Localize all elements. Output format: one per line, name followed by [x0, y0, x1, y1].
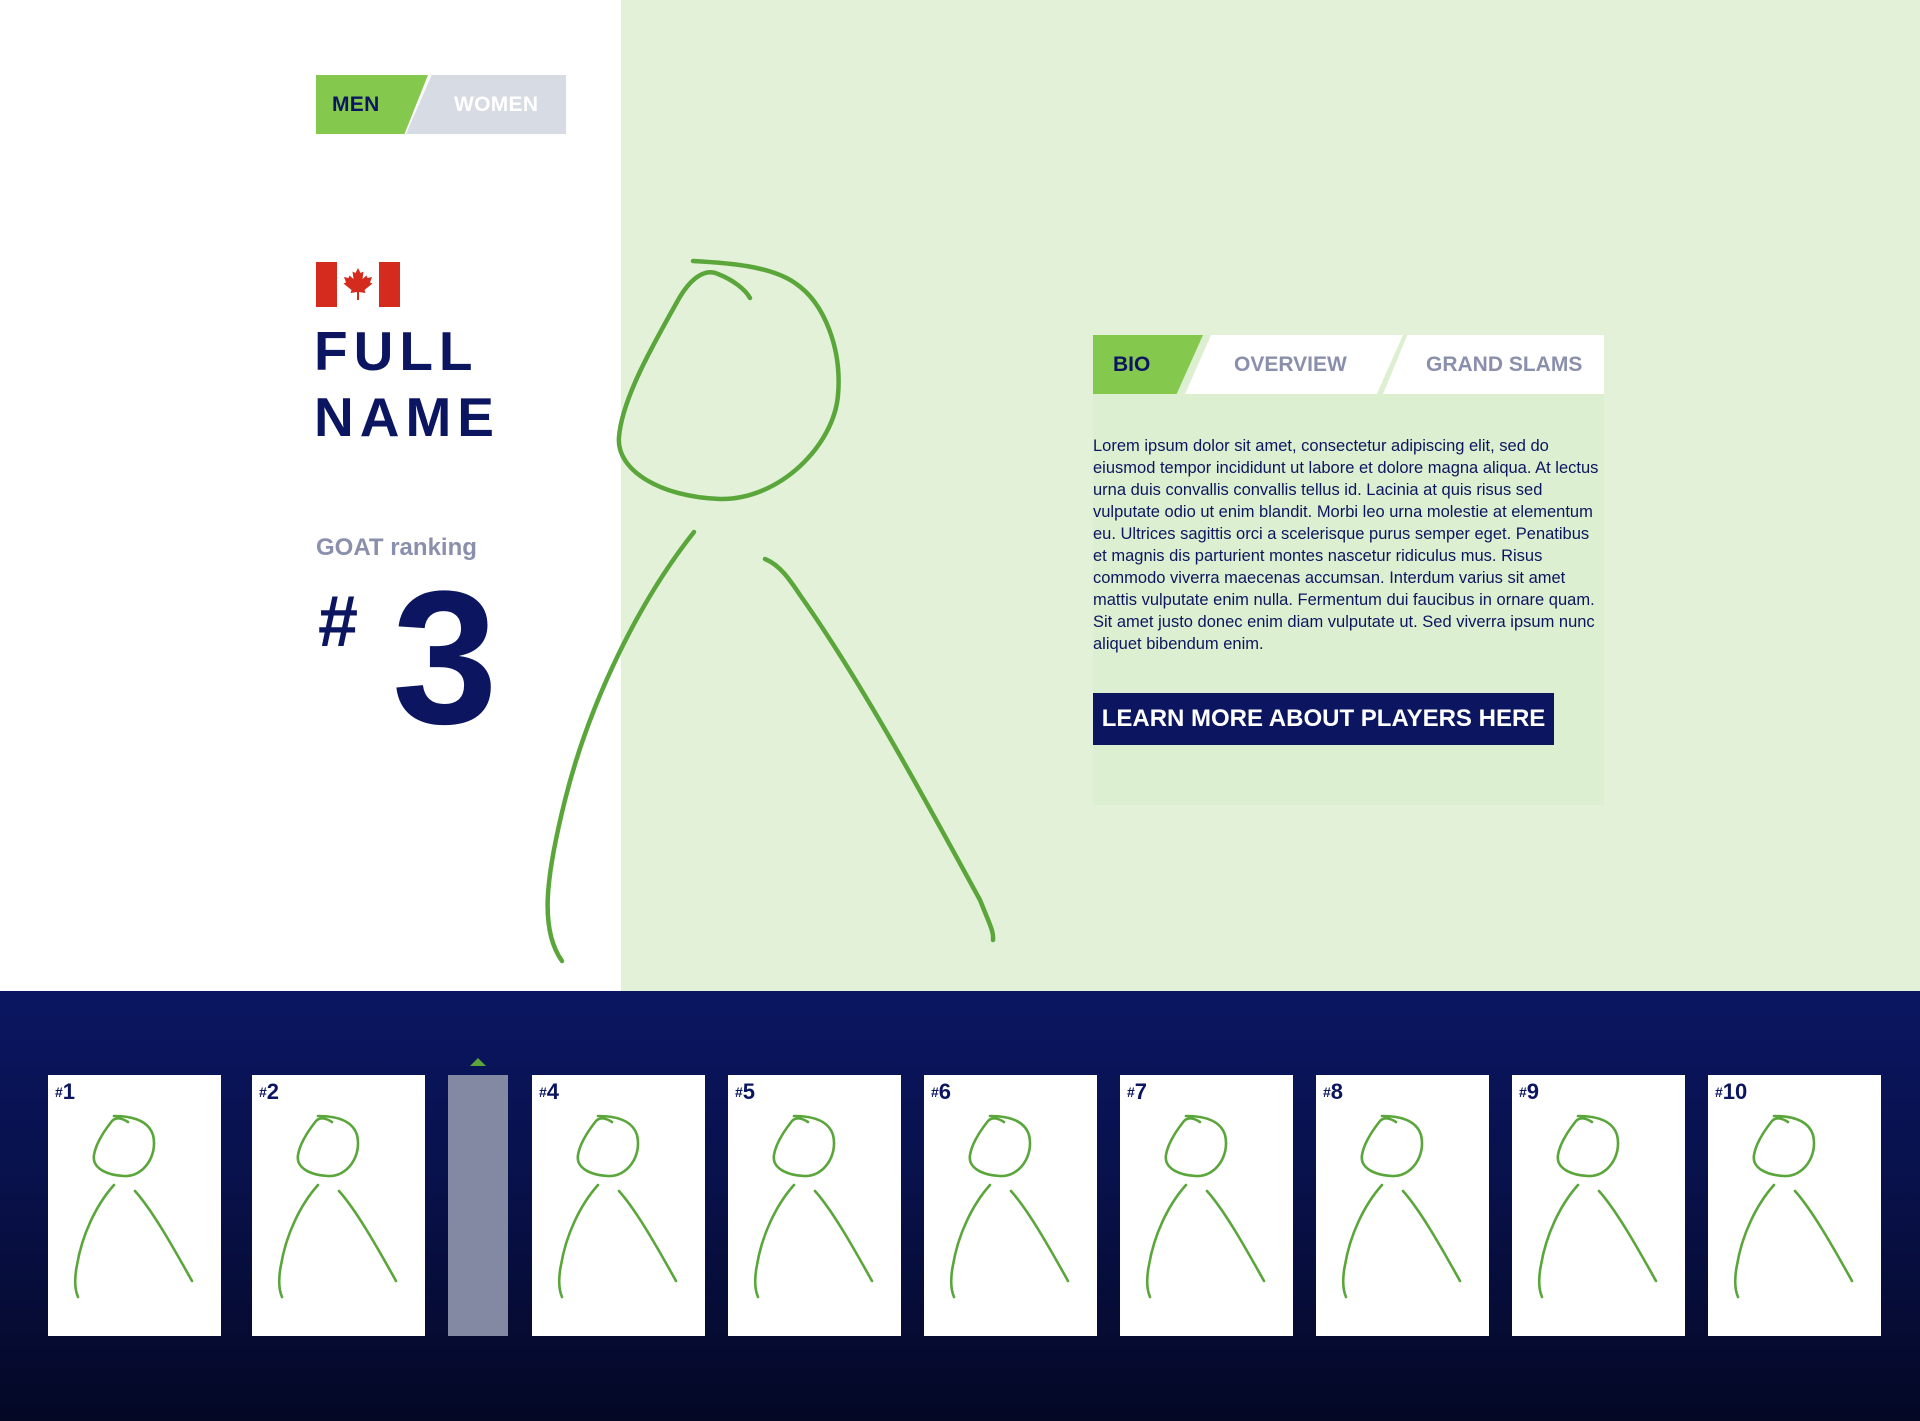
thumb-rank-number: 10 [1722, 1079, 1748, 1104]
thumb-rank-number: 8 [1330, 1079, 1344, 1104]
player-thumb-sketch-icon [949, 1114, 1070, 1299]
carousel-thumb[interactable]: #7 [1120, 1075, 1293, 1336]
carousel-thumb[interactable]: #8 [1316, 1075, 1489, 1336]
carousel-thumb[interactable]: #4 [532, 1075, 705, 1336]
thumb-rank-number: 2 [266, 1079, 280, 1104]
carousel-thumb[interactable]: #1 [48, 1075, 221, 1336]
player-thumb-sketch-icon [1145, 1114, 1266, 1299]
bio-card: BIO OVERVIEW GRAND SLAMS Lorem ipsum dol… [1093, 335, 1604, 805]
thumb-rank-hash: # [1323, 1084, 1331, 1100]
carousel-thumb[interactable]: #6 [924, 1075, 1097, 1336]
player-thumb-sketch-icon [73, 1114, 194, 1299]
carousel-thumb[interactable]: #2 [252, 1075, 425, 1336]
thumb-rank: #7 [1127, 1078, 1147, 1109]
thumb-rank-number: 6 [938, 1079, 952, 1104]
thumb-rank-number: 4 [546, 1079, 560, 1104]
thumb-rank-number: 1 [62, 1079, 76, 1104]
thumb-rank-hash: # [931, 1084, 939, 1100]
thumb-rank: #9 [1519, 1078, 1539, 1109]
thumb-rank-hash: # [55, 1084, 63, 1100]
thumb-rank-hash: # [1127, 1084, 1135, 1100]
thumb-rank: #6 [931, 1078, 951, 1109]
tab-grand-slams[interactable]: GRAND SLAMS [1426, 335, 1582, 394]
thumb-rank-number: 9 [1526, 1079, 1540, 1104]
thumb-rank: #8 [1323, 1078, 1343, 1109]
thumb-rank-number: 7 [1134, 1079, 1148, 1104]
carousel-thumb-selected[interactable] [448, 1075, 508, 1336]
player-thumb-sketch-icon [1733, 1114, 1854, 1299]
thumb-rank-hash: # [539, 1084, 547, 1100]
thumb-rank: #5 [735, 1078, 755, 1109]
bio-tabs: BIO OVERVIEW GRAND SLAMS [1093, 335, 1604, 394]
player-thumb-sketch-icon [753, 1114, 874, 1299]
player-profile-page: MEN WOMEN FULL NAME GOAT ranking # 3 BIO… [0, 0, 1920, 1421]
learn-more-button[interactable]: LEARN MORE ABOUT PLAYERS HERE [1093, 693, 1554, 745]
thumb-rank: #1 [55, 1078, 75, 1109]
tab-bio[interactable]: BIO [1113, 335, 1150, 394]
bio-text: Lorem ipsum dolor sit amet, consectetur … [1093, 437, 1599, 653]
player-figure-sketch [545, 258, 996, 964]
thumb-rank-number: 5 [742, 1079, 756, 1104]
tab-overview[interactable]: OVERVIEW [1234, 335, 1347, 394]
carousel-thumb[interactable]: #5 [728, 1075, 901, 1336]
player-carousel: #1 #2 #4 #5 #6 #7 #8 #9 #10 [0, 991, 1920, 1421]
thumb-rank: #2 [259, 1078, 279, 1109]
player-thumb-sketch-icon [1341, 1114, 1462, 1299]
thumb-rank-hash: # [735, 1084, 743, 1100]
thumb-rank: #10 [1715, 1078, 1747, 1109]
player-thumb-sketch-icon [1537, 1114, 1658, 1299]
thumb-rank-hash: # [1519, 1084, 1527, 1100]
player-thumb-sketch-icon [277, 1114, 398, 1299]
thumb-rank-hash: # [1715, 1084, 1723, 1100]
selected-indicator-arrow-icon [470, 1058, 486, 1066]
carousel-thumb[interactable]: #9 [1512, 1075, 1685, 1336]
thumb-rank-hash: # [259, 1084, 267, 1100]
carousel-thumb[interactable]: #10 [1708, 1075, 1881, 1336]
thumb-rank: #4 [539, 1078, 559, 1109]
player-thumb-sketch-icon [557, 1114, 678, 1299]
